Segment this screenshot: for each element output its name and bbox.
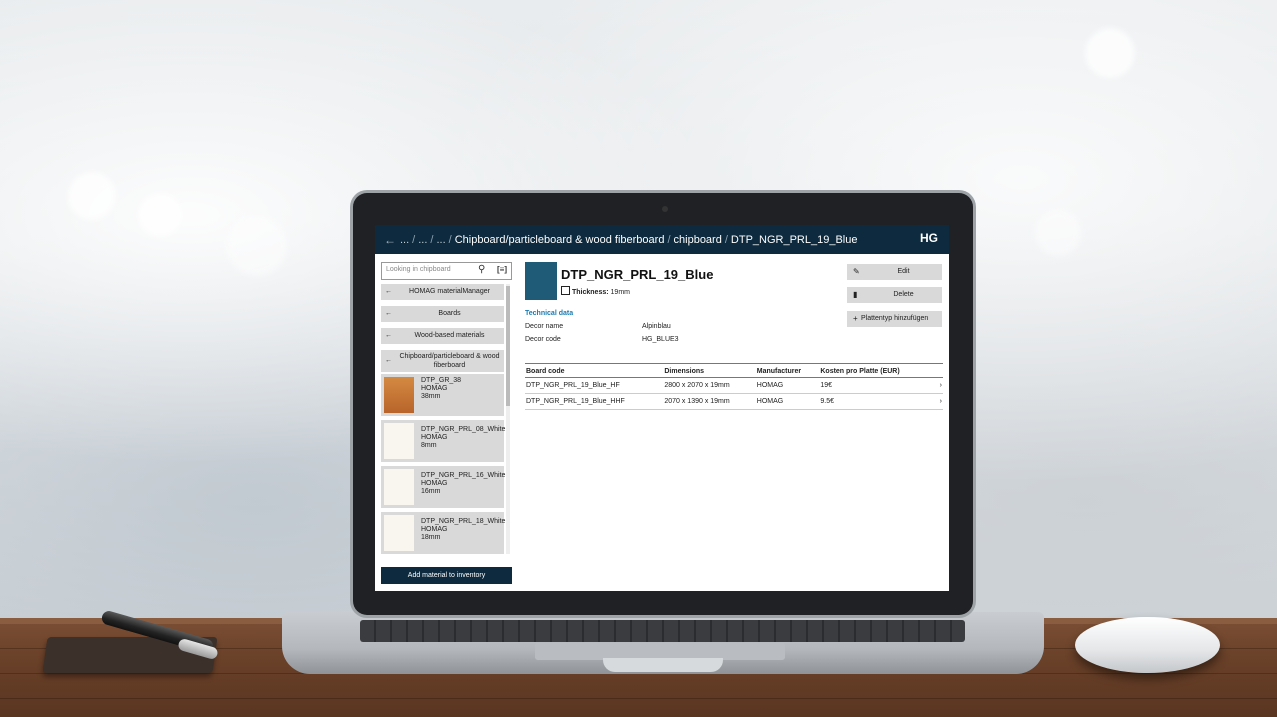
- dimensions-cell: 2070 x 1390 x 19mm: [663, 393, 756, 410]
- breadcrumb-ellipsis[interactable]: ...: [436, 234, 445, 246]
- breadcrumb-ellipsis[interactable]: ...: [400, 234, 409, 246]
- material-thumbnail: [384, 423, 414, 459]
- edit-button[interactable]: ✎ Edit: [847, 264, 942, 280]
- material-thickness: 16mm: [421, 488, 441, 495]
- page-title: DTP_NGR_PRL_19_Blue: [561, 267, 714, 282]
- material-thickness: 18mm: [421, 534, 441, 541]
- camera: [662, 206, 668, 212]
- table-row[interactable]: DTP_NGR_PRL_19_Blue_HHF 2070 x 1390 x 19…: [525, 393, 943, 410]
- material-thumbnail: [384, 515, 414, 551]
- nav-button-chipboard[interactable]: ← Chipboard/particleboard & wood fiberbo…: [381, 350, 504, 372]
- manufacturer-cell: HOMAG: [755, 393, 820, 410]
- material-list-item[interactable]: DTP_NGR_PRL_16_White HOMAG 16mm: [381, 466, 506, 508]
- thickness-info: Thickness: 19mm: [561, 286, 630, 296]
- material-maker: HOMAG: [421, 480, 448, 487]
- technical-data-heading: Technical data: [525, 310, 574, 317]
- barcode-scan-icon[interactable]: [≡]: [497, 265, 507, 274]
- material-detail: DTP_NGR_PRL_19_Blue Thickness: 19mm Tech…: [525, 262, 945, 584]
- board-code-cell: DTP_NGR_PRL_19_Blue_HF: [525, 377, 664, 394]
- material-maker: HOMAG: [421, 385, 448, 392]
- add-board-type-button[interactable]: + Plattentyp hinzufügen: [847, 311, 942, 327]
- material-swatch: [525, 262, 557, 300]
- nav-button-wood-based-materials[interactable]: ← Wood-based materials: [381, 328, 504, 344]
- breadcrumb-item-current: DTP_NGR_PRL_19_Blue: [730, 233, 858, 246]
- mouse: [1075, 617, 1220, 673]
- sidebar: Looking in chipboard ⚲ [≡] ← HOMAG mater…: [381, 262, 512, 584]
- breadcrumb-ellipsis[interactable]: ...: [418, 234, 427, 246]
- material-maker: HOMAG: [421, 526, 448, 533]
- breadcrumb-item-category[interactable]: Chipboard/particleboard & wood fiberboar…: [455, 234, 665, 246]
- material-maker: HOMAG: [421, 434, 448, 441]
- material-thumbnail: [384, 469, 414, 505]
- board-code-cell: DTP_NGR_PRL_19_Blue_HHF: [525, 393, 664, 410]
- decor-name-value: Alpinblau: [642, 323, 671, 330]
- material-list-item[interactable]: DTP_GR_38 HOMAG 38mm: [381, 374, 504, 416]
- trash-icon: ▮: [853, 290, 858, 299]
- board-table: Board code Dimensions Manufacturer Koste…: [525, 363, 943, 410]
- material-thickness: 38mm: [421, 393, 441, 400]
- bokeh-light: [1085, 28, 1135, 78]
- bokeh-light: [68, 172, 116, 220]
- thickness-icon: [561, 286, 570, 295]
- column-header-board-code: Board code: [525, 363, 664, 378]
- sidebar-scrollbar[interactable]: [506, 284, 510, 554]
- magnifier-icon[interactable]: ⚲: [478, 264, 485, 275]
- laptop-notch: [603, 658, 723, 672]
- bokeh-light: [227, 216, 287, 276]
- arrow-left-icon[interactable]: ←: [380, 233, 400, 247]
- material-name: DTP_GR_38: [421, 377, 462, 384]
- add-material-button[interactable]: Add material to inventory: [381, 567, 512, 584]
- material-list-item[interactable]: DTP_NGR_PRL_18_White HOMAG 18mm: [381, 512, 506, 554]
- search-placeholder: Looking in chipboard: [386, 266, 451, 273]
- cost-cell: 19€: [819, 377, 931, 394]
- bokeh-light: [138, 193, 182, 237]
- arrow-left-icon: ←: [385, 357, 392, 364]
- app-screen: ← ... /... /... / Chipboard/particleboard & …: [375, 225, 949, 591]
- chevron-right-icon[interactable]: ›: [931, 377, 943, 394]
- arrow-left-icon: ←: [385, 288, 392, 295]
- material-name: DTP_NGR_PRL_16_White: [421, 472, 506, 479]
- nav-button-homag-materialmanager[interactable]: ← HOMAG materialManager: [381, 284, 504, 300]
- column-header-manufacturer: Manufacturer: [755, 363, 820, 378]
- arrow-left-icon: ←: [385, 310, 392, 317]
- delete-button[interactable]: ▮ Delete: [847, 287, 942, 303]
- column-header-dimensions: Dimensions: [663, 363, 756, 378]
- material-list-item[interactable]: DTP_NGR_PRL_08_White HOMAG 8mm: [381, 420, 506, 462]
- top-bar: ← ... /... /... / Chipboard/particleboard & …: [375, 225, 949, 254]
- material-name: DTP_NGR_PRL_08_White: [421, 426, 506, 433]
- nav-button-boards[interactable]: ← Boards: [381, 306, 504, 322]
- homag-logo: HG: [920, 231, 938, 245]
- manufacturer-cell: HOMAG: [755, 377, 820, 394]
- material-name: DTP_NGR_PRL_18_White: [421, 518, 506, 525]
- scrollbar-thumb[interactable]: [506, 286, 510, 406]
- material-thickness: 8mm: [421, 442, 437, 449]
- decor-code-value: HG_BLUE3: [642, 336, 679, 343]
- table-header-row: Board code Dimensions Manufacturer Koste…: [525, 363, 943, 378]
- column-header-cost: Kosten pro Platte (EUR): [819, 363, 931, 378]
- table-row[interactable]: DTP_NGR_PRL_19_Blue_HF 2800 x 2070 x 19m…: [525, 377, 943, 394]
- dimensions-cell: 2800 x 2070 x 19mm: [663, 377, 756, 394]
- chevron-right-icon[interactable]: ›: [931, 393, 943, 410]
- decor-code-label: Decor code: [525, 336, 561, 343]
- material-thumbnail: [384, 377, 414, 413]
- cost-cell: 9.5€: [819, 393, 931, 410]
- search-input[interactable]: Looking in chipboard ⚲ [≡]: [381, 262, 512, 280]
- bokeh-light: [1035, 210, 1081, 256]
- pencil-icon: ✎: [853, 267, 860, 276]
- laptop-keyboard: [360, 620, 965, 642]
- arrow-left-icon: ←: [385, 332, 392, 339]
- decor-name-label: Decor name: [525, 323, 564, 330]
- breadcrumb-item-subcategory[interactable]: chipboard: [674, 234, 722, 246]
- breadcrumb: ... /... /... / Chipboard/particleboard & wo…: [400, 233, 858, 246]
